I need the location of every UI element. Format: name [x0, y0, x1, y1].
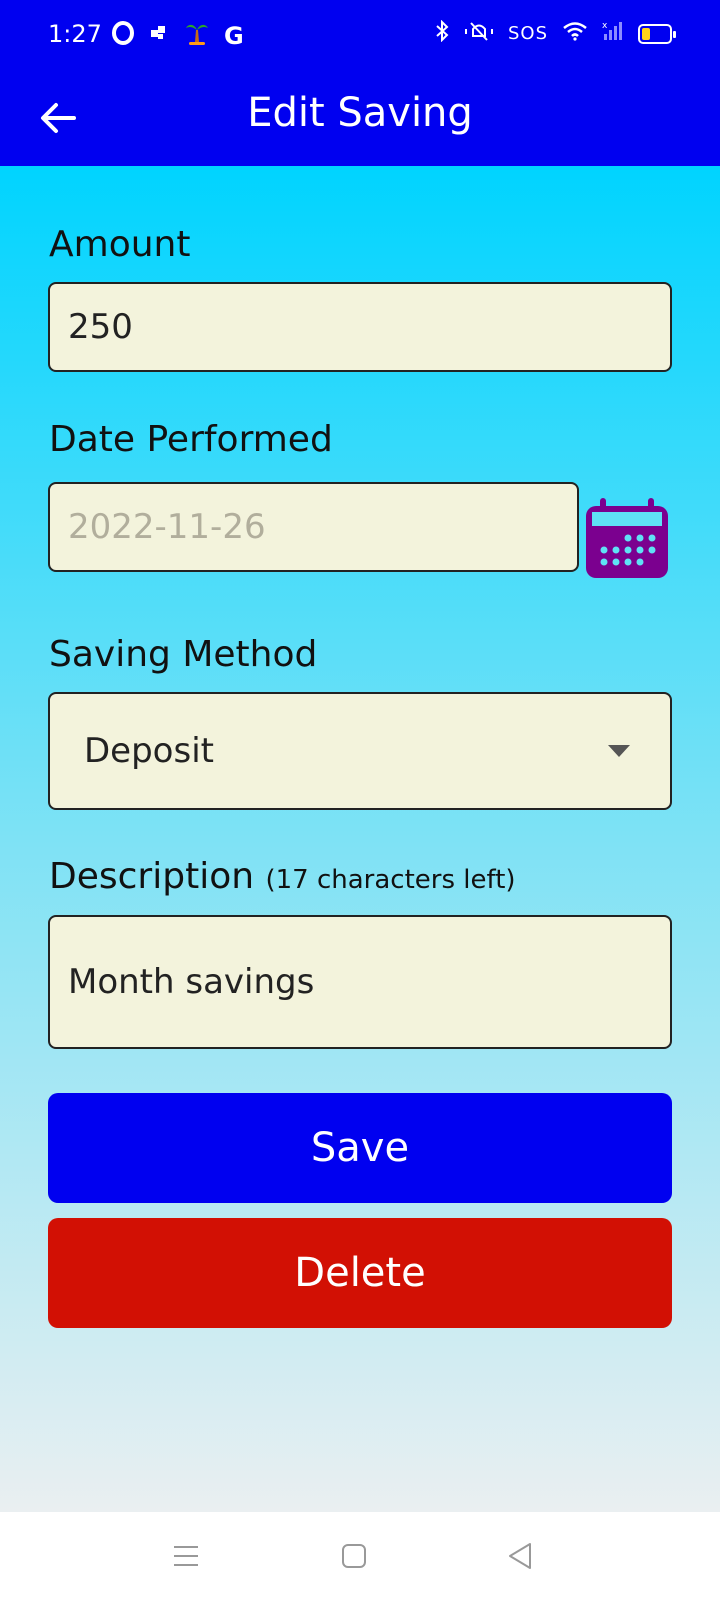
muted-bell-icon [464, 20, 494, 47]
app-bar: Edit Saving [0, 72, 720, 166]
system-nav-bar [0, 1512, 720, 1600]
battery-fill [642, 27, 650, 40]
date-label: Date Performed [49, 419, 333, 460]
status-right-icons: SOS x [434, 19, 676, 47]
edit-saving-form: Amount 250 Date Performed 2022-11-26 Sav… [0, 166, 720, 1512]
amount-input[interactable]: 250 [48, 282, 672, 372]
saving-method-select[interactable]: Deposit [48, 692, 672, 810]
amount-value: 250 [68, 307, 133, 347]
description-label-row: Description (17 characters left) [49, 856, 516, 897]
save-button[interactable]: Save [48, 1093, 672, 1203]
amount-label: Amount [49, 224, 191, 265]
date-input[interactable]: 2022-11-26 [48, 482, 579, 572]
back-triangle-icon [509, 1543, 531, 1569]
menu-icon [174, 1546, 198, 1566]
description-value: Month savings [68, 962, 315, 1002]
palm-tree-icon [184, 20, 210, 52]
puzzle-icon [148, 22, 170, 50]
signal-icon: x [602, 20, 624, 47]
saving-method-label: Saving Method [49, 634, 318, 675]
description-counter: (17 characters left) [265, 865, 516, 895]
chevron-down-icon [608, 745, 630, 757]
sos-text: SOS [507, 23, 548, 44]
wifi-icon [562, 20, 588, 47]
nav-home-button[interactable] [324, 1534, 384, 1578]
bluetooth-icon [434, 19, 450, 47]
date-value: 2022-11-26 [68, 507, 266, 547]
calendar-button[interactable] [584, 496, 670, 580]
opera-icon [112, 21, 134, 51]
svg-text:x: x [602, 21, 608, 31]
nav-menu-button[interactable] [156, 1534, 216, 1578]
google-icon: G [224, 22, 244, 50]
delete-button[interactable]: Delete [48, 1218, 672, 1328]
home-square-icon [342, 1544, 366, 1568]
calendar-icon [586, 498, 668, 578]
nav-back-button[interactable] [490, 1534, 550, 1578]
top-bar: 1:27 G SOS x Edit Saving [0, 0, 720, 166]
battery-icon [638, 23, 676, 44]
saving-method-value: Deposit [84, 731, 214, 771]
page-title: Edit Saving [247, 90, 473, 136]
status-time: 1:27 [48, 20, 102, 48]
status-bar: 1:27 G SOS x [0, 0, 720, 72]
description-input[interactable]: Month savings [48, 915, 672, 1049]
description-label: Description [49, 856, 255, 897]
status-left-icons: G [112, 20, 244, 52]
